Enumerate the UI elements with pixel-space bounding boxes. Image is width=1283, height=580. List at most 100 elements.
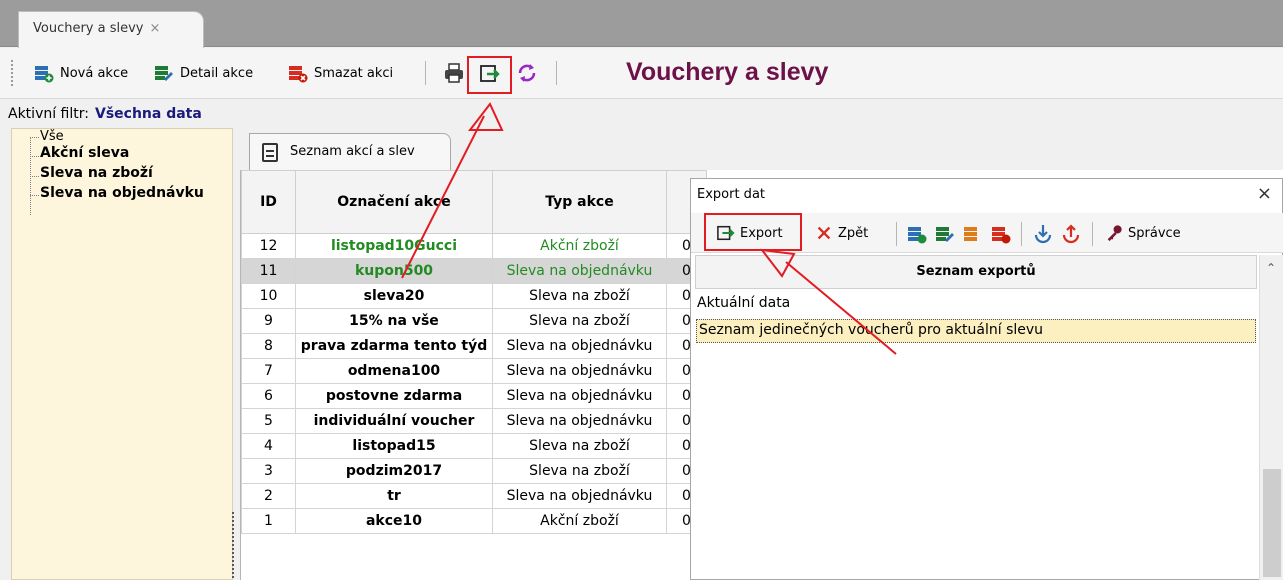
tab-action-list[interactable]: Seznam akcí a slev: [249, 133, 451, 171]
table-row[interactable]: 1 akce10 Akční zboží 0: [241, 508, 707, 534]
close-x-icon: [817, 226, 831, 240]
table-row[interactable]: 9 15% na vše Sleva na zboží 0: [241, 308, 707, 334]
grid-row-grip[interactable]: [232, 512, 235, 578]
cell-type: Sleva na objednávku: [492, 383, 667, 409]
document-icon: [262, 143, 278, 162]
detail-action-button[interactable]: Detail akce: [154, 63, 253, 83]
add-grid-icon[interactable]: [907, 224, 927, 244]
cell-type: Sleva na zboží: [492, 308, 667, 334]
toolbar-separator: [425, 61, 426, 85]
tree-item-product-discount[interactable]: Sleva na zboží: [40, 165, 153, 181]
cell-type: Akční zboží: [492, 233, 667, 259]
dialog-toolbar-separator: [896, 222, 897, 246]
cell-id: 4: [241, 433, 296, 459]
key-icon: [1107, 225, 1122, 242]
admin-button[interactable]: Správce: [1105, 224, 1181, 242]
dialog-toolbar-separator: [1092, 222, 1093, 246]
cell-type: Sleva na zboží: [492, 458, 667, 484]
cell-id: 9: [241, 308, 296, 334]
cell-name: odmena100: [295, 358, 493, 384]
delete-grid-icon[interactable]: [991, 224, 1011, 244]
tree-connector: [30, 195, 39, 196]
cell-id: 7: [241, 358, 296, 384]
active-filter-label: Aktivní filtr:: [8, 106, 89, 122]
table-row[interactable]: 7 odmena100 Sleva na objednávku 0: [241, 358, 707, 384]
cell-type: Sleva na zboží: [492, 283, 667, 309]
print-icon[interactable]: [443, 62, 465, 84]
tree-item-order-discount[interactable]: Sleva na objednávku: [40, 185, 204, 201]
cell-id: 1: [241, 508, 296, 534]
delete-action-button[interactable]: Smazat akci: [288, 63, 393, 83]
main-toolbar: Nová akce Detail akce Smazat akci Vouche…: [0, 48, 1283, 98]
cell-name: listopad15: [295, 433, 493, 459]
upload-icon[interactable]: [1060, 223, 1082, 245]
dialog-close-icon[interactable]: ×: [1257, 183, 1272, 204]
admin-button-label: Správce: [1128, 225, 1181, 241]
dialog-toolbar-separator: [1021, 222, 1022, 246]
table-row[interactable]: 12 listopad10Gucci Akční zboží 0: [241, 233, 707, 259]
cell-name: podzim2017: [295, 458, 493, 484]
refresh-icon[interactable]: [516, 62, 538, 84]
new-action-label: Nová akce: [60, 65, 129, 81]
tree-item-action-discount[interactable]: Akční sleva: [40, 145, 129, 161]
document-tab-label: Vouchery a slevy: [33, 21, 144, 36]
cell-type: Sleva na objednávku: [492, 408, 667, 434]
back-button[interactable]: Zpět: [815, 224, 868, 242]
cell-id: 11: [241, 258, 296, 284]
tree-connector: [30, 156, 39, 157]
tree-item-all[interactable]: Vše: [40, 129, 64, 144]
table-row[interactable]: 6 postovne zdarma Sleva na objednávku 0: [241, 383, 707, 409]
page-title: Vouchery a slevy: [626, 58, 829, 86]
cell-name: kupon500: [295, 258, 493, 284]
cell-id: 3: [241, 458, 296, 484]
cell-type: Sleva na zboží: [492, 433, 667, 459]
table-row[interactable]: 8 prava zdarma tento týd Sleva na objednáv…: [241, 333, 707, 359]
export-item-unique-vouchers[interactable]: Seznam jedinečných voucherů pro aktuální…: [696, 319, 1256, 343]
active-filter-value[interactable]: Všechna data: [95, 106, 202, 122]
table-row[interactable]: 10 sleva20 Sleva na zboží 0: [241, 283, 707, 309]
cell-type: Sleva na objednávku: [492, 258, 667, 284]
dialog-title: Export dat: [697, 187, 766, 202]
cell-id: 8: [241, 333, 296, 359]
cell-name: listopad10Gucci: [295, 233, 493, 259]
cell-name: individuální voucher: [295, 408, 493, 434]
tab-action-list-label: Seznam akcí a slev: [290, 144, 415, 159]
detail-action-label: Detail akce: [180, 65, 254, 81]
cell-id: 2: [241, 483, 296, 509]
scroll-up-icon[interactable]: ⌃: [1266, 261, 1276, 275]
toolbar-grip[interactable]: [11, 60, 14, 86]
tree-connector: [30, 137, 39, 138]
highlight-dialog-export-button: [704, 213, 802, 251]
cell-type: Sleva na objednávku: [492, 483, 667, 509]
cell-name: tr: [295, 483, 493, 509]
cell-id: 6: [241, 383, 296, 409]
scroll-thumb[interactable]: [1263, 469, 1281, 577]
table-row[interactable]: 4 listopad15 Sleva na zboží 0: [241, 433, 707, 459]
cell-name: sleva20: [295, 283, 493, 309]
new-action-button[interactable]: Nová akce: [34, 63, 128, 83]
add-grid-icon: [35, 66, 54, 83]
close-tab-icon[interactable]: ×: [150, 21, 161, 36]
toolbar-separator: [556, 61, 557, 85]
table-row[interactable]: 3 podzim2017 Sleva na zboží 0: [241, 458, 707, 484]
back-button-label: Zpět: [838, 225, 869, 241]
cell-type: Sleva na objednávku: [492, 358, 667, 384]
export-list-scrollbar[interactable]: ⌃: [1259, 255, 1283, 580]
column-header-id[interactable]: ID: [241, 170, 296, 234]
export-list-header[interactable]: Seznam exportů: [695, 255, 1257, 289]
table-row[interactable]: 5 individuální voucher Sleva na objednávku…: [241, 408, 707, 434]
actions-table: ID Označení akce Typ akce 12 listopad10Gu…: [241, 170, 707, 534]
column-header-type[interactable]: Typ akce: [492, 170, 667, 234]
copy-grid-icon[interactable]: [963, 224, 983, 244]
document-tab[interactable]: Vouchery a slevy ×: [18, 11, 204, 48]
export-item-current-data[interactable]: Aktuální data: [697, 295, 790, 311]
document-tab-strip: Vouchery a slevy ×: [0, 0, 1283, 48]
edit-grid-icon[interactable]: [935, 224, 955, 244]
table-row-selected[interactable]: 11 kupon500 Sleva na objednávku 0: [241, 258, 707, 284]
cell-name: postovne zdarma: [295, 383, 493, 409]
column-header-name[interactable]: Označení akce: [295, 170, 493, 234]
cell-name: prava zdarma tento týd: [295, 333, 493, 359]
import-icon[interactable]: [1032, 223, 1054, 245]
delete-action-label: Smazat akci: [314, 65, 394, 81]
table-row[interactable]: 2 tr Sleva na objednávku 0: [241, 483, 707, 509]
